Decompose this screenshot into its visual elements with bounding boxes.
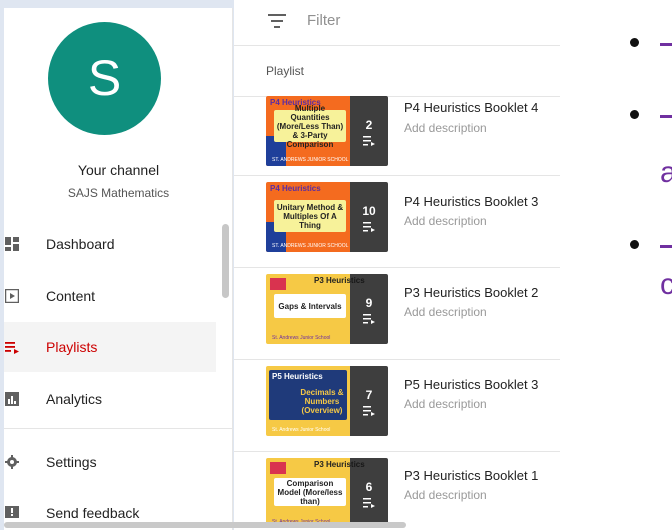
add-description-link[interactable]: Add description (404, 397, 487, 411)
slide-bullet (630, 38, 639, 47)
playlist-thumbnail[interactable]: P4 Heuristics Unitary Method & Multiples… (266, 182, 388, 252)
sidebar-item-playlists[interactable]: Playlists (4, 322, 216, 372)
thumbnail-footer: ST. ANDREWS JUNIOR SCHOOL (272, 157, 349, 163)
thumbnail-text: Decimals & Numbers (Overview) (300, 387, 344, 415)
thumbnail-heading: P5 Heuristics (272, 372, 323, 381)
thumbnail-text: Comparison Model (More/less than) (274, 478, 346, 506)
video-count: 6 (365, 480, 373, 494)
thumbnail-menu-tag (270, 462, 286, 474)
sidebar-scrollbar[interactable] (222, 224, 229, 298)
playlist-thumbnail[interactable]: P3 Heuristics Gaps & Intervals St. Andre… (266, 274, 388, 344)
sidebar-item-label: Send feedback (46, 505, 140, 521)
sidebar-item-dashboard[interactable]: Dashboard (4, 219, 216, 269)
dashboard-icon (4, 236, 20, 252)
add-description-link[interactable]: Add description (404, 305, 487, 319)
playlist-title[interactable]: P4 Heuristics Booklet 4 (404, 100, 538, 115)
thumbnail-heading: P4 Heuristics (270, 184, 321, 193)
slide-overlay: a c (560, 0, 672, 530)
add-description-link[interactable]: Add description (404, 488, 487, 502)
channel-name: SAJS Mathematics (67, 186, 170, 200)
thumbnail-text: Multiple Quantities (More/Less Than) & 3… (274, 104, 346, 149)
playlist-icon (363, 406, 375, 416)
slide-text-fragment (660, 245, 672, 248)
sidebar-item-label: Settings (46, 454, 97, 470)
sidebar-divider (4, 428, 232, 429)
thumbnail-footer: St. Andrews Junior School (272, 427, 331, 433)
thumbnail-footer: St. Andrews Junior School (272, 335, 331, 341)
sidebar-item-label: Dashboard (46, 236, 115, 252)
content-icon (4, 288, 20, 304)
filter-icon[interactable] (268, 14, 286, 28)
thumbnail-text: Gaps & Intervals (274, 294, 346, 318)
video-count: 2 (365, 118, 373, 132)
column-header-playlist[interactable]: Playlist (266, 64, 304, 78)
sidebar-item-label: Analytics (46, 391, 103, 407)
sidebar-item-label: Content (46, 288, 96, 304)
playlist-thumbnail[interactable]: P5 Heuristics Decimals & Numbers (Overvi… (266, 366, 388, 436)
sidebar-item-analytics[interactable]: Analytics (4, 374, 216, 424)
horizontal-scrollbar[interactable] (4, 522, 406, 528)
playlist-icon (363, 498, 375, 508)
playlist-title[interactable]: P4 Heuristics Booklet 3 (404, 194, 538, 209)
playlist-title[interactable]: P3 Heuristics Booklet 2 (404, 285, 538, 300)
slide-text-fragment (660, 115, 672, 118)
sidebar-item-settings[interactable]: Settings (4, 437, 216, 487)
sidebar: S Your channel SAJS Mathematics Dashboar… (4, 8, 233, 530)
settings-icon (4, 454, 20, 470)
thumbnail-text: Unitary Method & Multiples Of A Thing (274, 200, 346, 232)
playlist-title[interactable]: P3 Heuristics Booklet 1 (404, 468, 538, 483)
add-description-link[interactable]: Add description (404, 214, 487, 228)
playlist-icon (363, 136, 375, 146)
thumbnail-menu-tag (270, 278, 286, 290)
video-count: 9 (365, 296, 373, 310)
video-count: 10 (362, 204, 376, 218)
playlists-icon (4, 339, 20, 355)
filter-input[interactable]: Filter (307, 12, 340, 29)
playlist-icon (363, 222, 375, 232)
playlist-title[interactable]: P5 Heuristics Booklet 3 (404, 377, 538, 392)
add-description-link[interactable]: Add description (404, 121, 487, 135)
slide-text-fragment: c (660, 268, 672, 301)
slide-text-fragment (660, 43, 672, 46)
playlist-thumbnail[interactable]: P4 Heuristics Multiple Quantities (More/… (266, 96, 388, 166)
channel-title[interactable]: Your channel (4, 162, 232, 178)
playlist-icon (363, 314, 375, 324)
sidebar-item-label: Playlists (46, 339, 98, 355)
playlist-thumbnail[interactable]: P3 Heuristics Comparison Model (More/les… (266, 458, 388, 528)
feedback-icon (4, 505, 20, 521)
analytics-icon (4, 391, 20, 407)
sidebar-item-content[interactable]: Content (4, 271, 216, 321)
slide-text-fragment: a (660, 156, 672, 189)
channel-avatar[interactable]: S (48, 22, 161, 135)
thumbnail-footer: ST. ANDREWS JUNIOR SCHOOL (272, 243, 349, 249)
slide-bullet (630, 110, 639, 119)
slide-bullet (630, 240, 639, 249)
video-count: 7 (365, 388, 373, 402)
